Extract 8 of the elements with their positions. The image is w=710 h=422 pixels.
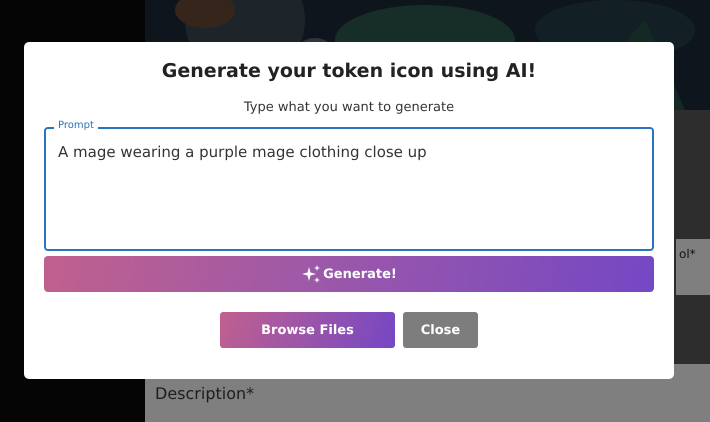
prompt-label: Prompt <box>54 119 98 133</box>
field-label: ol* <box>678 247 696 261</box>
close-button[interactable]: Close <box>403 312 478 348</box>
dialog-subtitle: Type what you want to generate <box>244 100 454 115</box>
generate-button[interactable]: Generate! <box>44 256 654 292</box>
browse-button[interactable]: Browse Files <box>220 312 395 348</box>
dialog-title: Generate your token icon using AI! <box>162 60 536 82</box>
sparkle-icon <box>301 264 322 284</box>
